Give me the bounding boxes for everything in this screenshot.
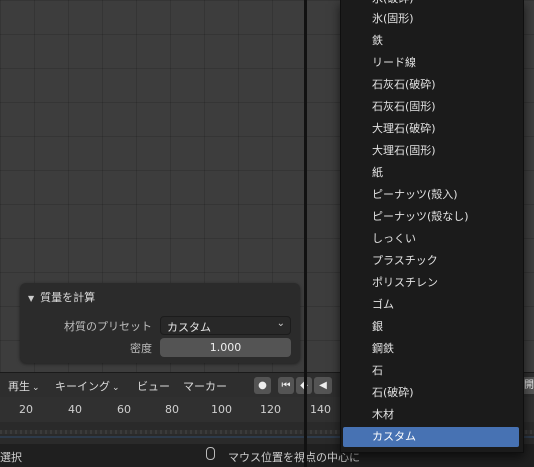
menu-item-selected[interactable]: カスタム [343, 427, 519, 447]
menu-item[interactable]: 鉄 [343, 31, 519, 51]
menu-item[interactable]: 石(破砕) [343, 383, 519, 403]
playback-menu[interactable]: 再生 ⌄ [8, 378, 40, 394]
menu-item[interactable]: ポリスチレン [343, 273, 519, 293]
area-divider[interactable] [304, 0, 307, 467]
menu-item[interactable]: 銀 [343, 317, 519, 337]
jump-start-button[interactable]: ⏮ [278, 377, 294, 394]
ruler-tick: 120 [260, 403, 281, 416]
keying-label: キーイング [55, 380, 110, 393]
menu-item[interactable]: 氷(固形) [343, 9, 519, 29]
menu-item[interactable]: 石 [343, 361, 519, 381]
menu-item[interactable]: 大理石(固形) [343, 141, 519, 161]
menu-item[interactable]: 鋼鉄 [343, 339, 519, 359]
density-field[interactable]: 1.000 [160, 338, 291, 357]
chevron-down-icon: ⌄ [276, 318, 285, 329]
menu-item[interactable]: 氷(破砕) [343, 0, 519, 9]
preset-value: カスタム [167, 321, 211, 334]
status-select-hint: 選択 [0, 451, 22, 464]
play-reverse-button[interactable]: ◀ [314, 377, 332, 394]
ruler-tick: 100 [211, 403, 232, 416]
playback-label: 再生 [8, 380, 30, 393]
collapse-triangle-icon[interactable]: ▼ [28, 294, 34, 303]
ruler-tick: 20 [19, 403, 33, 416]
calculate-mass-panel: ▼ 質量を計算 材質のプリセット カスタム ⌄ 密度 1.000 [20, 283, 300, 363]
menu-item[interactable]: ピーナッツ(殻入) [343, 185, 519, 205]
chevron-down-icon: ⌄ [32, 383, 40, 393]
jump-start-icon: ⏮ [281, 380, 291, 391]
record-button[interactable]: ● [254, 377, 271, 394]
keying-menu[interactable]: キーイング ⌄ [55, 378, 120, 394]
menu-item[interactable]: しっくい [343, 229, 519, 249]
mouse-icon [206, 447, 215, 460]
menu-item[interactable]: プラスチック [343, 251, 519, 271]
material-preset-dropdown: 氷(破砕) 氷(固形) 鉄 リード線 石灰石(破砕) 石灰石(固形) 大理石(破… [340, 0, 524, 453]
record-icon: ● [258, 380, 267, 391]
menu-item[interactable]: 紙 [343, 163, 519, 183]
marker-menu[interactable]: マーカー [183, 378, 227, 394]
material-preset-select[interactable]: カスタム ⌄ [160, 316, 291, 335]
chevron-down-icon: ⌄ [112, 383, 120, 393]
menu-item[interactable]: 石灰石(固形) [343, 97, 519, 117]
menu-item[interactable]: 木材 [343, 405, 519, 425]
play-reverse-icon: ◀ [319, 380, 327, 391]
preset-label: 材質のプリセット [64, 320, 152, 333]
ruler-tick: 80 [165, 403, 179, 416]
menu-item[interactable]: 大理石(破砕) [343, 119, 519, 139]
menu-item[interactable]: ゴム [343, 295, 519, 315]
menu-item[interactable]: リード線 [343, 53, 519, 73]
panel-header[interactable]: ▼ 質量を計算 [28, 289, 95, 305]
panel-title: 質量を計算 [40, 291, 96, 304]
ruler-tick: 40 [68, 403, 82, 416]
menu-item[interactable]: 石灰石(破砕) [343, 75, 519, 95]
ruler-tick: 140 [310, 403, 331, 416]
menu-item[interactable]: ピーナッツ(殻なし) [343, 207, 519, 227]
density-label: 密度 [130, 342, 152, 355]
ruler-tick: 60 [117, 403, 131, 416]
view-menu[interactable]: ビュー [137, 378, 170, 394]
